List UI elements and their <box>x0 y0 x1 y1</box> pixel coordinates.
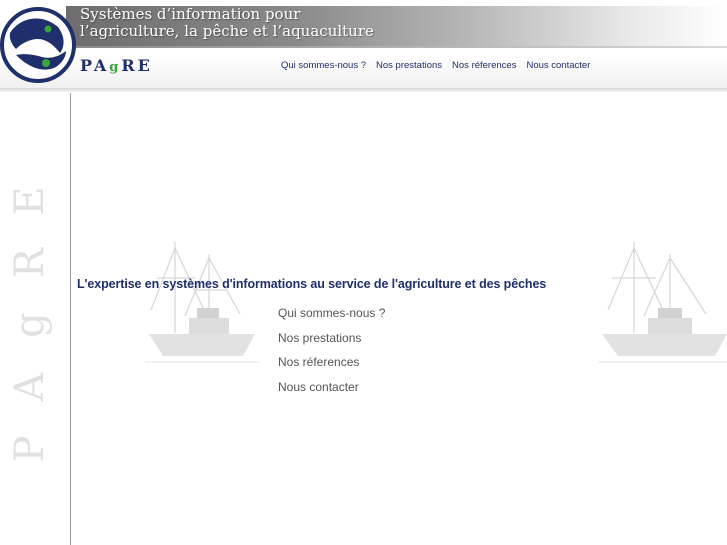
top-navigation: Qui sommes-nous ? Nos prestations Nos ré… <box>281 60 590 71</box>
topnav-nos-references[interactable]: Nos réferences <box>452 60 516 71</box>
header-rule <box>66 46 727 48</box>
menu-nos-prestations[interactable]: Nos prestations <box>278 330 385 355</box>
vertical-brand-letter: P <box>7 435 53 463</box>
brand-wordmark[interactable]: PAgRE <box>80 56 153 75</box>
sidebar-divider <box>70 93 71 545</box>
vertical-brand-letter: E <box>7 186 53 216</box>
menu-nos-references[interactable]: Nos réferences <box>278 354 385 379</box>
site-tagline: Systèmes d’information pour l’agricultur… <box>80 5 374 40</box>
topnav-nous-contacter[interactable]: Nous contacter <box>526 60 590 71</box>
pagre-logo-icon[interactable] <box>0 5 80 85</box>
fishing-boat-watermark-icon <box>145 242 260 363</box>
fishing-boat-watermark-icon <box>598 242 727 363</box>
topnav-qui-sommes-nous[interactable]: Qui sommes-nous ? <box>281 60 366 71</box>
page-headline: L'expertise en systèmes d'informations a… <box>77 277 547 291</box>
brand-prefix: PA <box>80 56 110 75</box>
brand-g: g <box>109 60 122 75</box>
vertical-brand-letter: R <box>7 247 53 279</box>
header-bottom-edge <box>0 88 727 92</box>
main-menu: Qui sommes-nous ? Nos prestations Nos ré… <box>278 305 385 403</box>
vertical-brand-letter: A <box>7 372 53 402</box>
menu-nous-contacter[interactable]: Nous contacter <box>278 379 385 404</box>
vertical-brand-letter: g <box>7 312 53 338</box>
topnav-nos-prestations[interactable]: Nos prestations <box>376 60 442 71</box>
brand-suffix: RE <box>121 56 153 75</box>
vertical-brand-watermark: E R g A P <box>0 170 60 480</box>
menu-qui-sommes-nous[interactable]: Qui sommes-nous ? <box>278 305 385 330</box>
page-header: Systèmes d’information pour l’agricultur… <box>0 0 727 92</box>
